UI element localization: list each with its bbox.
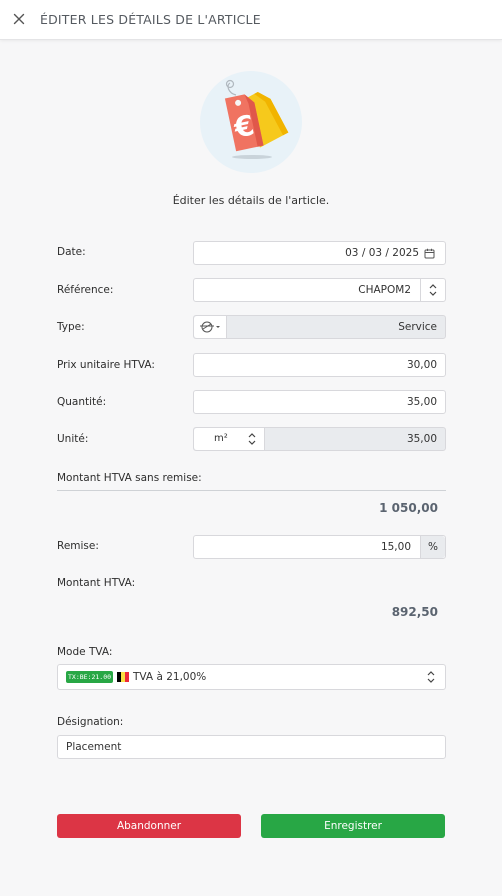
divider (57, 490, 446, 491)
unit-selector[interactable]: m² (194, 428, 265, 450)
discount-label: Remise: (57, 540, 99, 552)
designation-label: Désignation: (57, 716, 124, 728)
type-value: Service (398, 321, 437, 333)
euro-price-tag-icon: € (224, 79, 289, 159)
dialog-subtitle: Éditer les détails de l'article. (172, 194, 330, 207)
save-button[interactable]: Enregistrer (261, 814, 445, 838)
type-label: Type: (57, 321, 85, 333)
type-selector[interactable] (194, 316, 227, 338)
cancel-button[interactable]: Abandonner (57, 814, 241, 838)
chevron-up-down-icon (427, 671, 435, 683)
reference-value: CHAPOM2 (358, 284, 411, 296)
date-value: 03 / 03 / 2025 (345, 247, 419, 259)
reference-label: Référence: (57, 284, 114, 296)
hero-illustration: € (200, 71, 302, 173)
date-label: Date: (57, 246, 86, 258)
discount-value: 15,00 (380, 541, 411, 553)
reference-field[interactable]: CHAPOM2 (193, 278, 446, 302)
reference-stepper[interactable] (420, 279, 445, 301)
discount-field[interactable]: 15,00 % (193, 535, 446, 559)
vat-code-badge: TX:BE:21.00 (66, 671, 114, 683)
amount-before-discount-label: Montant HTVA sans remise: (57, 472, 202, 484)
percent-addon: % (420, 536, 445, 558)
date-field[interactable]: 03 / 03 / 2025 (193, 241, 446, 265)
amount-value: 892,50 (391, 605, 438, 619)
unit-label: Unité: (57, 433, 89, 445)
dialog-title: ÉDITER LES DÉTAILS DE L'ARTICLE (40, 12, 261, 27)
designation-value: Placement (66, 741, 122, 753)
unit-price-value: 30,00 (406, 359, 437, 371)
unit-field: m² 35,00 (193, 427, 446, 451)
vat-mode-select[interactable]: TX:BE:21.00 TVA à 21,00% (57, 664, 446, 690)
designation-field[interactable]: Placement (57, 735, 446, 759)
unit-price-label: Prix unitaire HTVA: (57, 359, 155, 371)
calendar-icon[interactable] (424, 248, 435, 259)
unit-amount-value: 35,00 (406, 433, 437, 445)
unit-selector-value: m² (214, 433, 228, 444)
quantity-label: Quantité: (57, 396, 107, 408)
amount-label: Montant HTVA: (57, 577, 136, 589)
quantity-field[interactable]: 35,00 (193, 390, 446, 414)
quantity-value: 35,00 (406, 396, 437, 408)
belgium-flag-icon (117, 672, 129, 682)
amount-before-discount-value: 1 050,00 (379, 501, 438, 515)
chevron-up-down-icon (429, 284, 437, 296)
type-field: Service (193, 315, 446, 339)
unit-price-field[interactable]: 30,00 (193, 353, 446, 377)
service-type-icon (200, 321, 220, 333)
dialog-header: ÉDITER LES DÉTAILS DE L'ARTICLE (0, 0, 502, 40)
close-icon[interactable] (10, 10, 28, 28)
chevron-up-down-icon (248, 433, 256, 445)
vat-mode-label: Mode TVA: (57, 646, 113, 658)
vat-mode-value: TVA à 21,00% (133, 671, 207, 683)
